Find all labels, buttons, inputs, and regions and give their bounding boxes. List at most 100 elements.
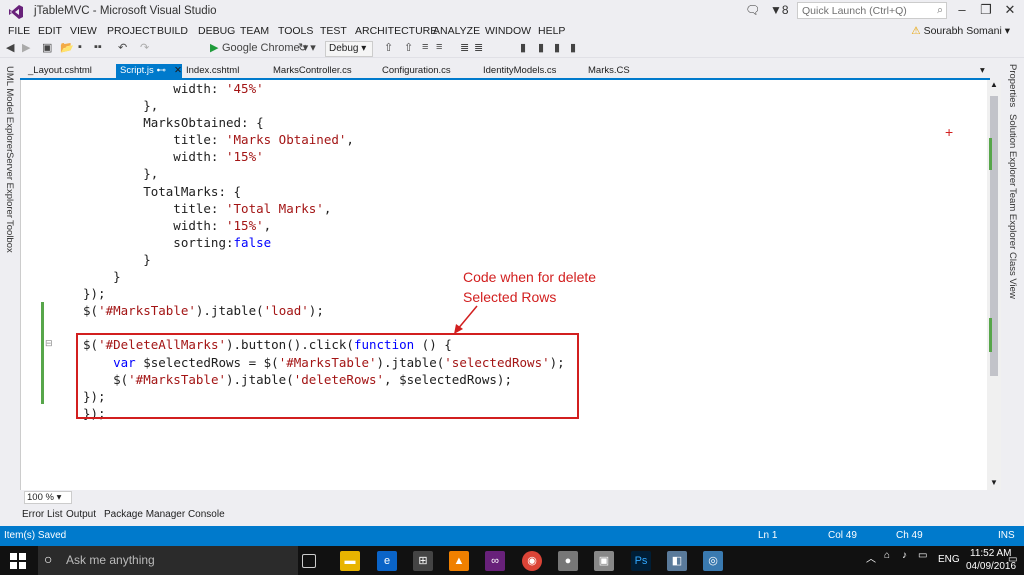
toolbar-icon-1[interactable]: ⇧ bbox=[384, 41, 393, 54]
toolbar-icon-2[interactable]: ⇧ bbox=[404, 41, 413, 54]
code-line[interactable]: width: '15%', bbox=[83, 217, 565, 234]
collapse-icon[interactable]: ⊟ bbox=[45, 338, 53, 349]
tab-layout[interactable]: _Layout.cshtml bbox=[24, 64, 96, 78]
menu-analyze[interactable]: ANALYZE bbox=[433, 25, 480, 37]
vlc-icon[interactable]: ▲ bbox=[449, 551, 469, 571]
status-line: Ln 1 bbox=[758, 530, 778, 541]
language-indicator[interactable]: ENG bbox=[938, 554, 960, 565]
code-line[interactable]: title: 'Total Marks', bbox=[83, 200, 565, 217]
app-icon[interactable]: ● bbox=[558, 551, 578, 571]
output-tab[interactable]: Output bbox=[66, 509, 96, 520]
browser-selector[interactable]: Google Chrome ▾ bbox=[222, 41, 308, 54]
maximize-button[interactable]: ❐ bbox=[976, 2, 996, 18]
tab-index[interactable]: Index.cshtml bbox=[182, 64, 243, 78]
scroll-down-icon[interactable]: ▼ bbox=[990, 478, 998, 487]
user-account[interactable]: ⚠ Sourabh Somani ▾ bbox=[911, 25, 1010, 37]
notification-center-icon[interactable]: ▭ bbox=[1008, 554, 1017, 565]
uncomment-icon[interactable]: ≡ bbox=[436, 41, 442, 53]
indent-icon[interactable]: ≣ bbox=[474, 41, 483, 54]
zoom-select[interactable]: 100 % ▾ bbox=[24, 491, 72, 504]
bookmark-prev-icon[interactable]: ▮ bbox=[538, 41, 544, 54]
pin-icon[interactable]: ⊷ bbox=[156, 65, 166, 76]
tab-identity-models[interactable]: IdentityModels.cs bbox=[479, 64, 560, 78]
properties-tab[interactable]: Properties bbox=[1007, 64, 1018, 107]
code-line[interactable]: width: '15%' bbox=[83, 148, 565, 165]
volume-icon[interactable]: ♪ bbox=[902, 550, 907, 561]
app-icon-4[interactable]: ◎ bbox=[703, 551, 723, 571]
back-icon[interactable]: ◀ bbox=[6, 41, 14, 54]
tab-marks-cs[interactable]: Marks.CS bbox=[584, 64, 634, 78]
store-icon[interactable]: ⊞ bbox=[413, 551, 433, 571]
scroll-up-icon[interactable]: ▲ bbox=[990, 80, 998, 89]
toolbox-tab[interactable]: Toolbox bbox=[4, 220, 15, 253]
bookmark-next-icon[interactable]: ▮ bbox=[554, 41, 560, 54]
task-view-icon[interactable] bbox=[302, 554, 316, 568]
tab-configuration[interactable]: Configuration.cs bbox=[378, 64, 455, 78]
code-line[interactable]: width: '45%' bbox=[83, 80, 565, 97]
close-button[interactable]: ✕ bbox=[1000, 2, 1020, 18]
undo-icon[interactable]: ↶ bbox=[118, 41, 127, 54]
app-icon-3[interactable]: ◧ bbox=[667, 551, 687, 571]
package-manager-console-tab[interactable]: Package Manager Console bbox=[104, 509, 225, 520]
tab-overflow-icon[interactable]: ▾ bbox=[976, 64, 989, 78]
menu-tools[interactable]: TOOLS bbox=[278, 25, 313, 37]
code-line[interactable]: }, bbox=[83, 165, 565, 182]
visual-studio-taskbar-icon[interactable]: ∞ bbox=[485, 551, 505, 571]
save-all-icon[interactable]: ▪▪ bbox=[94, 41, 102, 53]
photoshop-icon[interactable]: Ps bbox=[631, 551, 651, 571]
menu-test[interactable]: TEST bbox=[320, 25, 347, 37]
code-line[interactable]: }, bbox=[83, 97, 565, 114]
format-icon[interactable]: ≣ bbox=[460, 41, 469, 54]
menu-view[interactable]: VIEW bbox=[70, 25, 97, 37]
redo-icon[interactable]: ↷ bbox=[140, 41, 149, 54]
code-line[interactable]: MarksObtained: { bbox=[83, 114, 565, 131]
code-editor[interactable]: ⊟ width: '45%' }, MarksObtained: { title… bbox=[20, 80, 1001, 490]
menu-project[interactable]: PROJECT bbox=[107, 25, 156, 37]
error-list-tab[interactable]: Error List bbox=[22, 509, 63, 520]
menu-file[interactable]: FILE bbox=[8, 25, 30, 37]
edge-icon[interactable]: e bbox=[377, 551, 397, 571]
start-debug-icon[interactable]: ▶ bbox=[210, 41, 218, 54]
class-view-tab[interactable]: Class View bbox=[1007, 252, 1018, 299]
chrome-icon[interactable]: ◉ bbox=[522, 551, 542, 571]
network-icon[interactable]: ⌂ bbox=[884, 550, 890, 561]
quick-launch-input[interactable]: Quick Launch (Ctrl+Q) ⌕ bbox=[797, 2, 947, 19]
menu-edit[interactable]: EDIT bbox=[38, 25, 62, 37]
feedback-icon[interactable]: 🗨 bbox=[745, 3, 760, 17]
solution-explorer-tab[interactable]: Solution Explorer bbox=[1007, 114, 1018, 186]
message-icon[interactable]: ▭ bbox=[918, 550, 927, 561]
config-label: Debug bbox=[329, 43, 359, 54]
code-line[interactable]: title: 'Marks Obtained', bbox=[83, 131, 565, 148]
right-tool-panels: Properties Solution Explorer Team Explor… bbox=[1003, 62, 1024, 502]
bookmark-clear-icon[interactable]: ▮ bbox=[570, 41, 576, 54]
minimize-button[interactable]: – bbox=[952, 2, 972, 17]
open-file-icon[interactable]: 📂 bbox=[60, 41, 74, 54]
windows-start-icon[interactable] bbox=[10, 553, 26, 569]
tab-marks-controller[interactable]: MarksController.cs bbox=[269, 64, 356, 78]
clock-time[interactable]: 11:52 AM bbox=[970, 548, 1012, 559]
bookmark-icon[interactable]: ▮ bbox=[520, 41, 526, 54]
menu-debug[interactable]: DEBUG bbox=[198, 25, 235, 37]
comment-icon[interactable]: ≡ bbox=[422, 41, 428, 53]
code-line[interactable]: } bbox=[83, 251, 565, 268]
file-explorer-icon[interactable]: ▬ bbox=[340, 551, 360, 571]
save-icon[interactable]: ▪ bbox=[78, 41, 82, 53]
menu-architecture[interactable]: ARCHITECTURE bbox=[355, 25, 437, 37]
app-icon-2[interactable]: ▣ bbox=[594, 551, 614, 571]
code-line[interactable]: TotalMarks: { bbox=[83, 183, 565, 200]
taskbar-search-input[interactable]: ○ Ask me anything bbox=[38, 546, 298, 575]
menu-help[interactable]: HELP bbox=[538, 25, 565, 37]
refresh-icon[interactable]: ↻ ▾ bbox=[298, 41, 316, 54]
solution-config-select[interactable]: Debug ▾ bbox=[325, 41, 373, 57]
menu-build[interactable]: BUILD bbox=[157, 25, 188, 37]
menu-team[interactable]: TEAM bbox=[240, 25, 269, 37]
team-explorer-tab[interactable]: Team Explorer bbox=[1007, 188, 1018, 249]
new-project-icon[interactable]: ▣ bbox=[42, 41, 52, 54]
forward-icon[interactable]: ▶ bbox=[22, 41, 30, 54]
uml-model-explorer-tab[interactable]: UML Model Explorer bbox=[4, 66, 15, 152]
notifications-icon[interactable]: ▼8 bbox=[770, 3, 789, 17]
server-explorer-tab[interactable]: Server Explorer bbox=[4, 152, 15, 218]
menu-window[interactable]: WINDOW bbox=[485, 25, 531, 37]
tray-chevron-icon[interactable]: ︿ bbox=[866, 550, 876, 565]
code-line[interactable]: sorting:false bbox=[83, 234, 565, 251]
